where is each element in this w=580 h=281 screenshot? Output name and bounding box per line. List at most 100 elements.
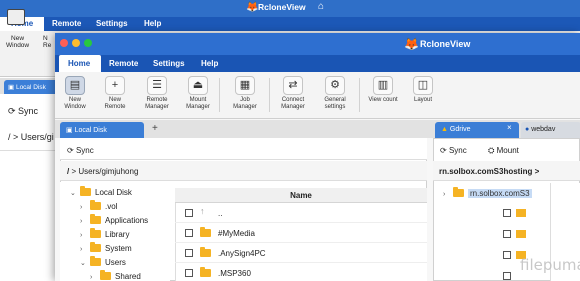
bg-menu-help[interactable]: Help: [144, 19, 161, 28]
path-separator: >: [71, 167, 77, 176]
folder-icon: [516, 209, 526, 217]
tree-item-label: Applications: [105, 216, 149, 225]
remote-manager-button[interactable]: ☰ Remote Manager: [137, 76, 177, 111]
right-sync-button[interactable]: ⟳ Sync: [440, 146, 467, 155]
bg-new-remote-label: N Re: [43, 35, 52, 49]
bg-menu-remote[interactable]: Remote: [52, 19, 81, 28]
general-settings-label: General settings: [324, 97, 346, 110]
tree-item[interactable]: › .vol: [80, 200, 117, 211]
column-header-name[interactable]: Name: [175, 188, 427, 203]
bg-sync-label: Sync: [18, 106, 39, 116]
arrow-up-icon: ↑: [200, 206, 205, 216]
chevron-right-icon[interactable]: ›: [80, 246, 90, 253]
left-sync-button[interactable]: ⟳ Sync: [67, 146, 94, 155]
folder-icon: [200, 227, 211, 237]
tree-item[interactable]: › Shared: [90, 270, 141, 281]
chevron-right-icon[interactable]: ›: [80, 204, 90, 211]
job-manager-button[interactable]: ▦ Job Manager: [225, 76, 265, 111]
list-icon: ☰: [147, 76, 167, 95]
google-drive-icon: ▲: [441, 126, 448, 133]
bg-tab-local-disk[interactable]: ▣ Local Disk: [4, 80, 60, 94]
chevron-down-icon[interactable]: ⌄: [80, 259, 90, 267]
tree-item[interactable]: › Applications: [80, 214, 149, 225]
tree-item-label: Shared: [115, 272, 141, 281]
tree-item[interactable]: › System: [80, 242, 132, 253]
tab-local-disk-label: Local Disk: [74, 127, 107, 134]
view-count-label: View count: [368, 97, 398, 103]
left-sync-label: Sync: [75, 146, 94, 155]
close-window-button[interactable]: [60, 39, 68, 47]
row-checkbox[interactable]: [503, 209, 511, 217]
row-checkbox[interactable]: [503, 230, 511, 238]
bg-menu-bar: Home Remote Settings Help: [0, 17, 580, 31]
row-checkbox[interactable]: [185, 269, 193, 277]
left-action-bar: [60, 138, 427, 160]
chevron-right-icon[interactable]: ›: [80, 232, 90, 239]
right-tree-item[interactable]: › rn.solbox.comS3: [443, 187, 532, 198]
tree-item-label: Library: [105, 230, 130, 239]
plus-icon: +: [105, 76, 125, 95]
layout-icon: ◫: [413, 76, 433, 95]
right-mount-button[interactable]: ⛭ Mount: [488, 146, 519, 156]
new-remote-label: New Remote: [104, 97, 126, 110]
file-row[interactable]: ↑ ..: [175, 204, 427, 223]
row-checkbox[interactable]: [185, 209, 193, 217]
connect-manager-button[interactable]: ⇄ Connect Manager: [273, 76, 313, 111]
folder-icon: [90, 200, 101, 210]
bg-sync-button[interactable]: ⟳ Sync: [8, 106, 38, 117]
mount-manager-label: Mount Manager: [186, 97, 210, 110]
chevron-right-icon[interactable]: ›: [90, 274, 100, 281]
row-checkbox[interactable]: [185, 249, 193, 257]
file-row[interactable]: .MSP360: [175, 264, 427, 281]
path-separator: >: [534, 167, 540, 176]
layout-button[interactable]: ◫ Layout: [403, 76, 443, 104]
right-breadcrumb[interactable]: rn.solbox.comS3hosting >: [439, 167, 539, 176]
tab-local-disk[interactable]: ▣ Local Disk: [60, 122, 144, 138]
row-checkbox[interactable]: [503, 272, 511, 280]
new-window-button[interactable]: ▤ New Window: [55, 76, 95, 111]
tree-item[interactable]: › Library: [80, 228, 130, 239]
chevron-right-icon[interactable]: ›: [80, 218, 90, 225]
file-row[interactable]: #MyMedia: [175, 224, 427, 243]
file-row[interactable]: .AnySign4PC: [175, 244, 427, 263]
path-text: rn.solbox.comS3hosting: [439, 167, 533, 176]
path-text: Users/gimjuhong: [78, 167, 139, 176]
chevron-right-icon[interactable]: ›: [443, 191, 453, 198]
tree-item[interactable]: ⌄ Local Disk: [70, 186, 132, 197]
menu-settings[interactable]: Settings: [153, 59, 185, 68]
tree-item[interactable]: ⌄ Users: [80, 256, 126, 267]
close-tab-icon[interactable]: ×: [507, 123, 512, 132]
new-remote-button[interactable]: + New Remote: [95, 76, 135, 111]
bg-menu-settings[interactable]: Settings: [96, 19, 128, 28]
folder-icon: [90, 214, 101, 224]
app-logo-icon: 🦊: [404, 37, 419, 51]
bg-new-window-icon[interactable]: [7, 9, 25, 25]
app-logo-icon: 🦊: [246, 2, 259, 13]
tree-item-label: System: [105, 244, 132, 253]
folder-icon: [516, 230, 526, 238]
tab-webdav[interactable]: ● webdav: [521, 122, 580, 138]
main-window: 🦊 RcloneView Home Remote Settings Help ▤…: [55, 33, 580, 281]
mount-manager-button[interactable]: ⏏ Mount Manager: [178, 76, 218, 111]
chevron-down-icon[interactable]: ⌄: [70, 189, 80, 197]
minimize-window-button[interactable]: [72, 39, 80, 47]
clipboard-icon: ▦: [235, 76, 255, 95]
menu-help[interactable]: Help: [201, 59, 218, 68]
left-breadcrumb[interactable]: / > Users/gimjuhong: [67, 167, 138, 176]
folder-icon: [90, 256, 101, 266]
general-settings-button[interactable]: ⚙ General settings: [315, 76, 355, 111]
add-tab-button[interactable]: +: [152, 123, 158, 134]
row-checkbox[interactable]: [185, 229, 193, 237]
maximize-window-button[interactable]: [84, 39, 92, 47]
file-name: #MyMedia: [218, 229, 255, 238]
view-count-button[interactable]: ▥ View count: [363, 76, 403, 104]
menu-remote[interactable]: Remote: [109, 59, 138, 68]
title-bar: 🦊 RcloneView: [55, 33, 580, 55]
folder-icon: [90, 242, 101, 252]
toolbar: ▤ New Window + New Remote ☰ Remote Manag…: [55, 72, 580, 119]
bg-path: / > Users/gi: [8, 132, 54, 142]
tab-webdav-label: webdav: [531, 126, 556, 133]
path-root: /: [67, 167, 70, 176]
menu-home[interactable]: Home: [59, 55, 101, 72]
row-checkbox[interactable]: [503, 251, 511, 259]
